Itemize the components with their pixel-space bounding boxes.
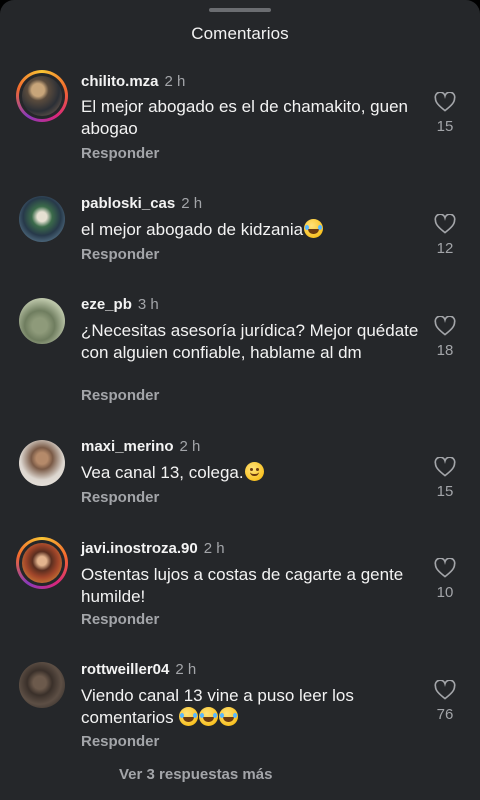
- laughing-emoji-icon: [219, 707, 239, 726]
- like-count: 76: [436, 706, 454, 723]
- comment-time: 2 h: [179, 438, 201, 455]
- comment-time: 2 h: [175, 661, 197, 678]
- like-count: 15: [436, 118, 454, 135]
- smiling-emoji-icon: [244, 462, 264, 481]
- comment-text-row: Vea canal 13, colega.: [81, 462, 421, 484]
- heart-outline-icon: [434, 316, 456, 336]
- heart-outline-icon: [434, 558, 456, 578]
- like-button[interactable]: 15: [425, 457, 465, 500]
- avatar-image: [19, 662, 65, 708]
- avatar[interactable]: [16, 295, 68, 347]
- reply-button[interactable]: Responder: [81, 489, 159, 506]
- avatar-image: [19, 440, 65, 486]
- avatar-image: [22, 543, 62, 583]
- avatar-image: [19, 298, 65, 344]
- comment-time: 2 h: [203, 540, 225, 557]
- like-button[interactable]: 15: [425, 92, 465, 135]
- like-button[interactable]: 12: [425, 214, 465, 257]
- heart-outline-icon: [434, 680, 456, 700]
- like-count: 18: [436, 342, 454, 359]
- comment-text-row: el mejor abogado de kidzania: [81, 219, 421, 241]
- comment-username[interactable]: pabloski_cas: [81, 195, 175, 212]
- reply-button[interactable]: Responder: [81, 145, 159, 162]
- comment-text: el mejor abogado de kidzania: [81, 220, 304, 239]
- avatar-image: [22, 76, 62, 116]
- avatar-image: [19, 196, 65, 242]
- heart-outline-icon: [434, 457, 456, 477]
- comment-username[interactable]: eze_pb: [81, 296, 132, 313]
- reply-button[interactable]: Responder: [81, 733, 159, 750]
- laughing-emoji-icon: [304, 219, 324, 238]
- comment-text: Ostentas lujos a costas de cagarte a gen…: [81, 565, 404, 606]
- comment-username[interactable]: rottweiller04: [81, 661, 169, 678]
- like-button[interactable]: 10: [425, 558, 465, 601]
- avatar[interactable]: [16, 659, 68, 711]
- avatar[interactable]: [16, 70, 68, 122]
- sheet-title: Comentarios: [191, 24, 289, 43]
- comment-time: 3 h: [137, 296, 159, 313]
- comment-time: 2 h: [164, 73, 186, 90]
- heart-outline-icon: [434, 92, 456, 112]
- like-count: 10: [436, 584, 454, 601]
- heart-outline-icon: [434, 214, 456, 234]
- comment-text: Vea canal 13, colega.: [81, 463, 244, 482]
- comment-username[interactable]: javi.inostroza.90: [81, 540, 198, 557]
- view-more-replies-button[interactable]: Ver 3 respuestas más: [119, 766, 272, 783]
- like-count: 12: [436, 240, 454, 257]
- comment-username[interactable]: chilito.mza: [81, 73, 159, 90]
- comment-text: comentarios: [81, 708, 174, 727]
- comment-text: ¿Necesitas asesoría jurídica? Mejor quéd…: [81, 321, 419, 362]
- comment-time: 2 h: [181, 195, 203, 212]
- comment-text-block: Viendo canal 13 vine a puso leer los com…: [81, 685, 421, 729]
- laughing-emoji-icon: [179, 707, 199, 726]
- reply-button[interactable]: Responder: [81, 611, 159, 628]
- like-button[interactable]: 76: [425, 680, 465, 723]
- reply-button[interactable]: Responder: [81, 246, 159, 263]
- drag-handle[interactable]: [209, 8, 271, 12]
- laughing-emoji-icon: [199, 707, 219, 726]
- avatar[interactable]: [16, 437, 68, 489]
- reply-button[interactable]: Responder: [81, 387, 159, 404]
- avatar[interactable]: [16, 537, 68, 589]
- comments-sheet: Comentarios chilito.mza 2 h El mejor abog…: [0, 0, 480, 800]
- comment-text: El mejor abogado es el de chamakito, gue…: [81, 97, 408, 138]
- avatar[interactable]: [16, 193, 68, 245]
- comment-username[interactable]: maxi_merino: [81, 438, 174, 455]
- like-count: 15: [436, 483, 454, 500]
- comment-text: Viendo canal 13 vine a puso leer los: [81, 686, 354, 705]
- like-button[interactable]: 18: [425, 316, 465, 359]
